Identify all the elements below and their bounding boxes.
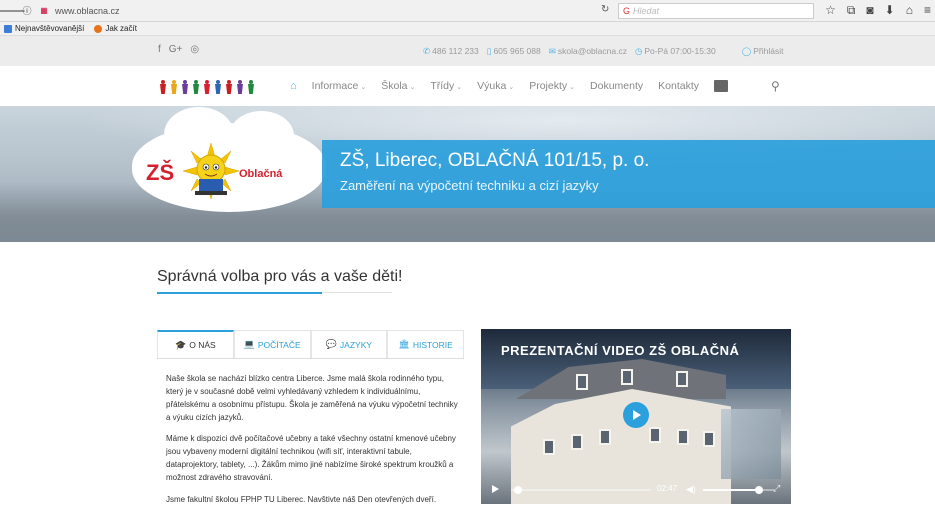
clock-icon: ◷: [634, 46, 643, 56]
contact-info: ✆ 486 112 233 ▯ 605 965 088 ✉ skola@oblacna…: [423, 46, 784, 57]
hero-title: ZŠ, Liberec, OBLAČNÁ 101/15, p. o.: [340, 150, 650, 171]
control-play-icon[interactable]: [492, 485, 499, 493]
bookmark-item[interactable]: Jak začít: [94, 24, 137, 33]
facebook-icon[interactable]: f: [158, 44, 161, 55]
search-engine-icon: G: [623, 6, 631, 16]
paragraph-faculty: Jsme fakultní školou FPHP TU Liberec. Na…: [166, 495, 437, 504]
menu-icon[interactable]: ≡: [924, 3, 931, 18]
browser-toolbar: 🡐 ⓘ ▦ www.oblacna.cz ↻ G Hledat ☆ ⧉ ◙ ⬇ …: [0, 0, 935, 22]
nav-item-projekty[interactable]: Projekty ⌄: [529, 80, 575, 92]
email-link[interactable]: skola@oblacna.cz: [558, 46, 627, 56]
tab-historie[interactable]: 🏛 HISTORIE: [387, 330, 464, 358]
download-icon[interactable]: ⬇: [885, 3, 895, 18]
play-icon[interactable]: [623, 402, 649, 428]
home-icon[interactable]: ⌂: [906, 3, 913, 18]
user-icon: ◯: [741, 46, 752, 56]
info-icon[interactable]: ⓘ: [20, 4, 34, 18]
volume-icon[interactable]: ◀): [686, 484, 696, 495]
browser-search-input[interactable]: ↻ G Hledat: [601, 3, 814, 19]
progress-handle[interactable]: [513, 486, 522, 494]
bookmark-folder-icon: [4, 24, 12, 33]
home-icon[interactable]: ⌂: [290, 80, 297, 92]
volume-handle[interactable]: [755, 486, 763, 494]
bank-icon: 🏛: [398, 339, 410, 349]
mobile-icon: ▯: [486, 46, 492, 56]
nav-item-tridy[interactable]: Třídy ⌄: [430, 80, 462, 92]
person-figure-icon: [169, 80, 179, 94]
nav-item-dokumenty[interactable]: Dokumenty: [590, 80, 643, 92]
url-bar[interactable]: www.oblacna.cz: [55, 6, 120, 16]
bookmark-item[interactable]: Nejnavštěvovanější: [4, 24, 84, 33]
site-favicon-icon: ▦: [40, 6, 48, 15]
login-link[interactable]: Přihlásit: [753, 46, 783, 56]
person-figure-icon: [213, 80, 223, 94]
person-figure-icon: [235, 80, 245, 94]
video-title: PREZENTAČNÍ VIDEO ZŠ OBLAČNÁ: [501, 343, 740, 358]
video-controls: 02:47 ◀) ⤢: [481, 476, 791, 504]
reading-list-icon[interactable]: ⧉: [847, 3, 856, 18]
pocket-icon[interactable]: ◙: [866, 3, 873, 18]
logo-name-text: Oblačná: [239, 168, 283, 180]
person-figure-icon: [191, 80, 201, 94]
social-links: f G+ ◎: [158, 44, 199, 55]
tab-o-nas[interactable]: 🎓 O NÁS: [157, 330, 234, 358]
paragraph-equipment: Máme k dispozici dvě počítačové učebny a…: [166, 434, 456, 482]
opening-hours: Po-Pá 07:00-15:30: [644, 46, 716, 56]
logo-zs-text: ZŠ: [146, 160, 175, 185]
phone-icon: ✆: [423, 46, 431, 56]
bookmarks-bar: Nejnavštěvovanější Jak začít: [0, 22, 935, 36]
paragraph-intro: Naše škola se nachází blízko centra Libe…: [166, 374, 458, 422]
email-icon: ✉: [548, 46, 556, 56]
nav-item-informace[interactable]: Informace ⌄: [312, 80, 367, 92]
nav-item-skola[interactable]: Škola ⌄: [381, 80, 415, 92]
tab-jazyky[interactable]: 💬 JAZYKY: [310, 330, 388, 358]
search-icon[interactable]: ⚲: [771, 79, 780, 93]
search-placeholder: Hledat: [633, 6, 660, 16]
top-contact-bar: f G+ ◎ ✆ 486 112 233 ▯ 605 965 088 ✉ skola@…: [0, 36, 935, 66]
logo-people-icon[interactable]: [158, 80, 256, 94]
main-navbar: ⌂ Informace ⌄ Škola ⌄ Třídy ⌄ Výuka ⌄ Projek…: [0, 66, 935, 106]
document-icon[interactable]: [714, 80, 728, 92]
nav-item-vyuka[interactable]: Výuka ⌄: [477, 80, 514, 92]
phone-1[interactable]: 486 112 233: [432, 46, 479, 56]
google-plus-icon[interactable]: G+: [169, 44, 183, 55]
person-figure-icon: [158, 80, 168, 94]
person-figure-icon: [180, 80, 190, 94]
instagram-icon[interactable]: ◎: [190, 44, 199, 55]
video-time: 02:47: [657, 484, 678, 493]
reload-icon[interactable]: ↻: [601, 4, 609, 15]
tab-pocitace[interactable]: 💻 POČÍTAČE: [233, 330, 311, 358]
phone-2[interactable]: 605 965 088: [493, 46, 540, 56]
bookmark-star-icon[interactable]: ☆: [825, 3, 836, 18]
section-heading: Správná volba pro vás a vaše děti!: [157, 268, 403, 285]
person-figure-icon: [202, 80, 212, 94]
main-menu: ⌂ Informace ⌄ Škola ⌄ Třídy ⌄ Výuka ⌄ Projek…: [290, 79, 780, 93]
person-figure-icon: [224, 80, 234, 94]
firefox-icon: [94, 24, 103, 33]
laptop-icon: 💻: [243, 339, 255, 349]
sun-mascot-icon: [183, 143, 239, 199]
progress-bar[interactable]: [511, 489, 651, 491]
volume-level: [703, 489, 759, 491]
nav-item-kontakty[interactable]: Kontakty: [658, 80, 699, 92]
info-tabs: 🎓 O NÁS 💻 POČÍTAČE 💬 JAZYKY 🏛 HISTORIE: [157, 330, 464, 359]
hero-subtitle: Zaměření na výpočetní techniku a cizí ja…: [340, 178, 599, 193]
person-figure-icon: [246, 80, 256, 94]
graduation-cap-icon: 🎓: [175, 339, 187, 350]
fullscreen-icon[interactable]: ⤢: [773, 483, 780, 494]
back-arrow-icon[interactable]: 🡐: [0, 4, 26, 18]
heading-underline: [157, 292, 392, 294]
video-player[interactable]: PREZENTAČNÍ VIDEO ZŠ OBLAČNÁ 02:47 ◀) ⤢: [481, 329, 791, 504]
chat-icon: 💬: [325, 339, 337, 349]
